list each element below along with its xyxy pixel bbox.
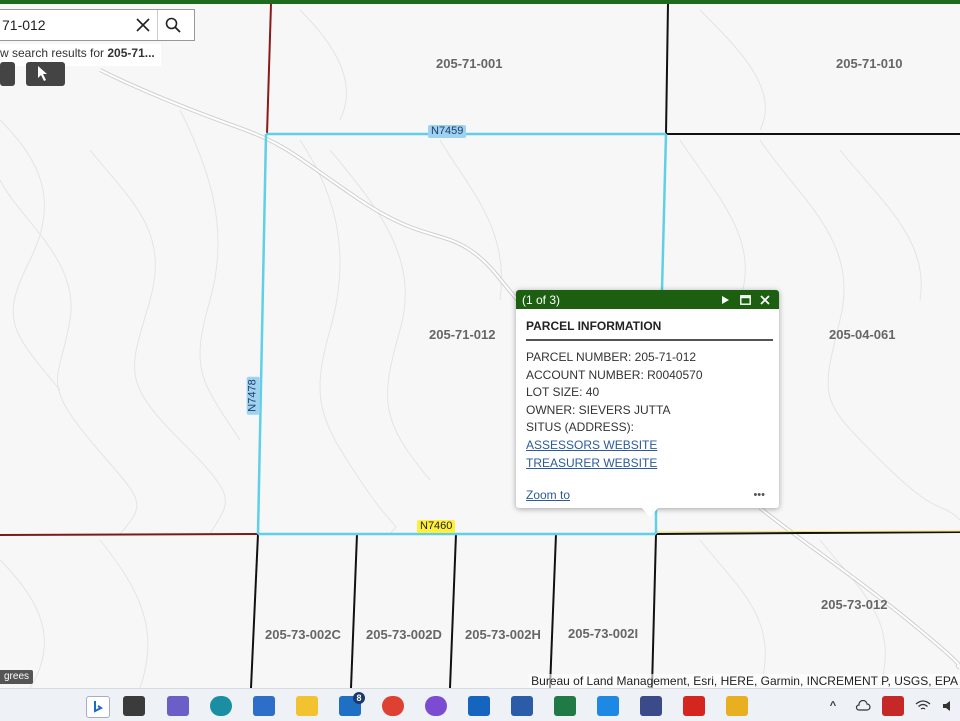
edge-icon[interactable] <box>210 696 232 716</box>
speaker-icon[interactable] <box>938 696 960 716</box>
assessors-website-link[interactable]: ASSESSORS WEBSITE <box>526 437 769 455</box>
map-view[interactable]: 205-71-001 205-71-010 205-71-012 205-04-… <box>0 4 960 688</box>
parcel-number: PARCEL NUMBER: 205-71-012 <box>526 350 697 364</box>
parcel-label: 205-71-012 <box>429 327 496 342</box>
scale-bar: grees <box>0 670 34 684</box>
map-tool-button[interactable] <box>0 62 15 86</box>
popup-body: PARCEL NUMBER: 205-71-012 ACCOUNT NUMBER… <box>526 349 769 472</box>
word-icon[interactable] <box>511 696 533 716</box>
more-actions-button[interactable]: ••• <box>753 489 765 501</box>
outlook-icon[interactable] <box>468 696 490 716</box>
copilot-icon[interactable] <box>425 696 447 716</box>
cursor-icon <box>38 66 47 81</box>
mail-icon[interactable]: 8 <box>339 692 365 716</box>
popup-title: PARCEL INFORMATION <box>526 319 773 341</box>
dropbox-icon[interactable] <box>597 696 619 716</box>
snip-icon[interactable] <box>726 696 748 716</box>
teams-icon[interactable] <box>167 696 189 716</box>
acrobat-icon[interactable] <box>683 696 705 716</box>
file-explorer-icon[interactable] <box>123 696 145 716</box>
account-number: ACCOUNT NUMBER: R0040570 <box>526 367 703 382</box>
parcel-label: 205-73-012 <box>821 597 888 612</box>
excel-icon[interactable] <box>554 696 576 716</box>
road-label: N7460 <box>417 520 456 533</box>
zoom-to-link[interactable]: Zoom to <box>526 488 570 502</box>
search-hint-term: 205-71... <box>107 46 155 60</box>
parcel-label: 205-71-001 <box>436 56 503 71</box>
popup-pointer <box>642 508 658 517</box>
parcel-label: 205-04-061 <box>829 327 896 342</box>
app-icon[interactable] <box>640 696 662 716</box>
lot-size: LOT SIZE: 40 <box>526 385 600 400</box>
popup-header: (1 of 3) <box>516 290 779 309</box>
parcel-label: 205-73-002H <box>465 627 541 642</box>
search-results-hint[interactable]: w search results for 205-71... <box>0 44 161 66</box>
situs-address: SITUS (ADDRESS): <box>526 420 635 435</box>
clear-search-button[interactable] <box>129 10 158 40</box>
next-feature-button[interactable] <box>717 292 733 308</box>
wifi-icon[interactable] <box>912 696 934 716</box>
folder-icon[interactable] <box>296 696 318 716</box>
popup-feature-count: (1 of 3) <box>522 292 561 307</box>
popup-footer: Zoom to ••• <box>526 488 765 502</box>
chevron-up-icon[interactable]: ^ <box>822 696 844 716</box>
close-icon <box>760 294 770 305</box>
parcel-label: 205-73-002D <box>366 627 442 642</box>
mail-badge: 8 <box>353 692 365 704</box>
maximize-icon <box>739 294 751 305</box>
parcel-label: 205-73-002C <box>265 627 341 642</box>
search-hint-text: w search results for <box>0 46 108 60</box>
search-input[interactable] <box>0 16 129 34</box>
map-canvas <box>0 4 960 688</box>
bing-icon[interactable] <box>86 696 110 718</box>
select-tool-button[interactable] <box>26 62 65 86</box>
search-button[interactable] <box>158 10 188 40</box>
close-popup-button[interactable] <box>757 292 773 308</box>
search-widget <box>0 9 195 41</box>
treasurer-website-link[interactable]: TREASURER WEBSITE <box>526 455 769 473</box>
parcel-label: 205-71-010 <box>836 56 903 71</box>
parcel-label: 205-73-002I <box>568 626 639 641</box>
play-icon <box>722 295 729 304</box>
taskbar: 8 ^ <box>0 688 960 721</box>
parcel-popup: (1 of 3) PARCEL INFORMATION PARCEL NUMBE… <box>516 290 779 517</box>
tray-app-icon[interactable] <box>882 696 904 716</box>
road-label: N7459 <box>428 125 467 138</box>
map-attribution: Bureau of Land Management, Esri, HERE, G… <box>529 674 960 688</box>
maximize-button[interactable] <box>737 292 753 308</box>
road-label: N7478 <box>246 376 260 415</box>
cloud-icon[interactable] <box>852 696 874 716</box>
search-icon <box>165 17 181 33</box>
close-icon <box>136 18 150 32</box>
chrome-icon[interactable] <box>382 696 404 716</box>
store-icon[interactable] <box>253 696 275 716</box>
owner: OWNER: SIEVERS JUTTA <box>526 402 671 417</box>
